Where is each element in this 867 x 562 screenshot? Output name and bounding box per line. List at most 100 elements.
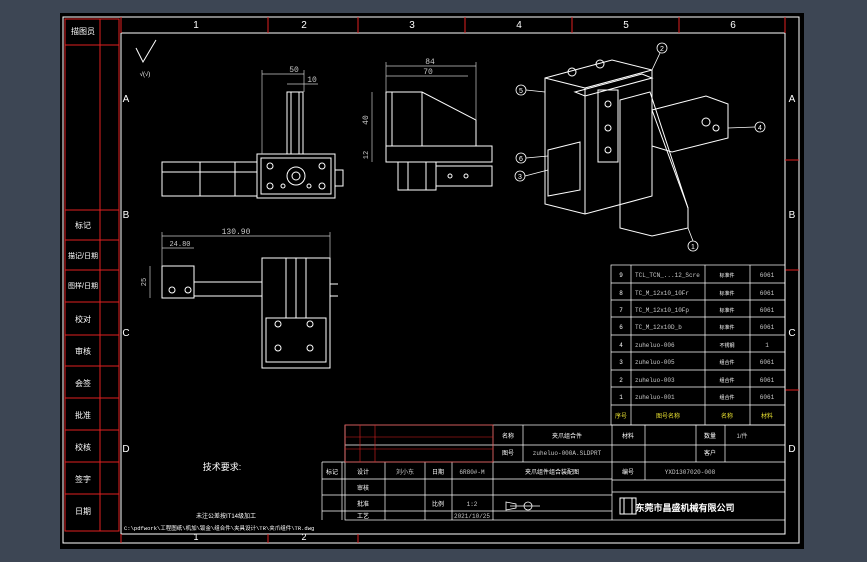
stamp-label: 标记: [326, 468, 338, 476]
bom-cell-material: 6061: [760, 290, 775, 297]
quantity-label: 数量: [704, 432, 716, 440]
balloon-5: 5: [519, 88, 523, 95]
side-label-3: 图样/日期: [68, 281, 98, 290]
dim-side-height: 40: [362, 115, 371, 125]
bom-cell-material: 6061: [760, 394, 775, 401]
balloon-6: 6: [519, 156, 523, 163]
column-label-5: 5: [623, 20, 629, 31]
bom-cell-name: 标准件: [719, 272, 734, 279]
balloon-4: 4: [758, 125, 762, 132]
approve-label: 批准: [357, 500, 369, 508]
design-label: 设计: [357, 468, 369, 476]
bom-cell-name: 标准件: [719, 290, 734, 297]
bom-cell-code: TCL_TCN_...12_Scre: [635, 272, 700, 279]
drawing-no-label: 图号: [502, 450, 514, 457]
dim-top-width-outer: 50: [289, 66, 299, 75]
side-label-6: 会签: [75, 378, 91, 388]
side-label-1: 标记: [75, 220, 91, 230]
customer-label: 客户: [704, 449, 716, 457]
bom-cell-material: 6061: [760, 377, 775, 384]
bom-cell-code: TC_M_12x10D_b: [635, 324, 682, 331]
side-label-8: 校核: [75, 442, 91, 452]
bom-cell-material: 1: [765, 342, 769, 349]
date-label: 日期: [432, 468, 444, 476]
design-value: 刘小东: [396, 468, 414, 476]
scale-label: 比例: [432, 500, 444, 508]
bom-cell-material: 6061: [760, 307, 775, 314]
row-label-c-right: C: [788, 328, 795, 339]
material-label: 材料: [622, 432, 634, 440]
bom-cell-no: 6: [619, 324, 623, 331]
column-label-1: 1: [193, 20, 199, 31]
bom-cell-material: 6061: [760, 324, 775, 331]
project-label: 名称: [502, 432, 514, 440]
bom-cell-no: 8: [619, 290, 623, 297]
bom-cell-no: 9: [619, 272, 623, 279]
bom-cell-no: 4: [619, 342, 623, 349]
bottom-column-label-1: 1: [193, 532, 198, 542]
dim-plan-height: 25: [141, 278, 149, 286]
bom-cell-no: 2: [619, 377, 623, 384]
bom-cell-name: 组合件: [719, 394, 734, 401]
project-value: 夹爪组合件: [552, 432, 582, 440]
bom-cell-code: zuheluo-006: [635, 342, 675, 349]
row-label-d-left: D: [122, 444, 129, 455]
tech-note: 未注公差按IT14级加工: [196, 512, 256, 520]
dim-side-width-outer: 84: [425, 58, 435, 67]
bom-cell-code: zuheluo-005: [635, 359, 675, 366]
side-label-2: 描记/日期: [68, 251, 98, 260]
drawing-no-value: zuheluo-000A.SLDPRT: [533, 450, 602, 457]
bom-cell-name: 标准件: [719, 307, 734, 314]
bom-cell-code: zuheluo-003: [635, 377, 675, 384]
row-label-a-right: A: [789, 94, 796, 105]
bottom-column-label-2: 2: [301, 532, 306, 542]
part-name: 夹爪组件组合装配图: [525, 468, 579, 476]
column-label-3: 3: [409, 20, 415, 31]
side-label-7: 批准: [75, 410, 91, 420]
bom-cell-no: 1: [619, 394, 623, 401]
tech-requirements-label: 技术要求:: [203, 461, 242, 472]
side-label-9: 签字: [75, 474, 91, 484]
column-label-2: 2: [301, 20, 307, 31]
bom-cell-code: TC_M_12x10_10Fr: [635, 290, 689, 297]
surface-mark: √(√): [140, 71, 151, 78]
row-label-c-left: C: [122, 328, 129, 339]
bom-cell-code: zuheluo-001: [635, 394, 675, 401]
date-value: 2021/10/25: [454, 513, 490, 520]
bom-cell-no: 7: [619, 307, 623, 314]
code-value: YXD1307020-008: [665, 469, 716, 476]
side-label-5: 审核: [75, 346, 91, 356]
check-label: 审核: [357, 484, 369, 492]
cad-drawing-viewport[interactable]: 1 2 3 4 5 6 1 2 A B C D A B C D 描图员 标记 描…: [0, 0, 867, 562]
row-label-a-left: A: [123, 94, 130, 105]
balloon-3: 3: [518, 174, 522, 181]
bom-cell-material: 6061: [760, 359, 775, 366]
file-path: C:\pdfwork\工程图纸\机加\钣金\组合件\夹具设计\TR\夹爪组件\T…: [124, 524, 314, 532]
side-label-0: 描图员: [71, 26, 95, 36]
row-label-d-right: D: [788, 444, 795, 455]
process-label: 工艺: [357, 512, 369, 520]
dim-side-width-inner: 70: [423, 68, 433, 77]
code-label: 编号: [622, 468, 634, 476]
bom-cell-no: 3: [619, 359, 623, 366]
side-label-10: 日期: [75, 507, 91, 516]
side-label-4: 校对: [75, 314, 91, 324]
bom-cell-name: 不锈钢: [719, 342, 734, 349]
dim-side-small: 12: [363, 151, 371, 159]
balloon-1: 1: [691, 244, 695, 251]
bom-header-no: 序号: [615, 412, 627, 420]
dim-plan-offset: 24.80: [169, 241, 190, 249]
bom-cell-material: 6061: [760, 272, 775, 279]
dim-plan-length: 130.90: [222, 228, 251, 237]
bom-cell-code: TC_M_12x10_10Fp: [635, 307, 689, 314]
bom-header-material: 材料: [761, 412, 773, 420]
row-label-b-left: B: [123, 210, 130, 221]
bom-header-code: 图号名称: [656, 412, 680, 420]
dim-top-width-inner: 10: [307, 76, 317, 85]
scale-value: 1:2: [467, 501, 478, 508]
balloon-2: 2: [660, 46, 664, 53]
column-label-6: 6: [730, 20, 736, 31]
bom-cell-name: 组合件: [719, 377, 734, 384]
quantity-value: 1/件: [736, 432, 747, 440]
bom-cell-name: 标准件: [719, 324, 734, 331]
